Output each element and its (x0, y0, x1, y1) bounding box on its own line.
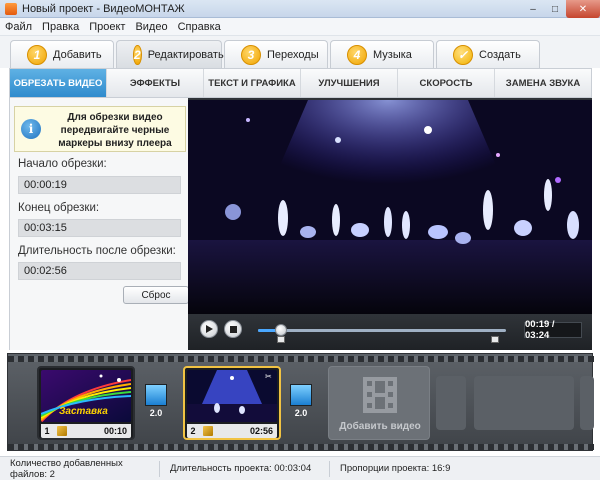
trim-start-label: Начало обрезки: (18, 158, 107, 170)
film-strip-top (8, 356, 594, 362)
menu-video[interactable]: Видео (135, 21, 167, 33)
menu-project[interactable]: Проект (89, 21, 125, 33)
window-titlebar: Новый проект - ВидеоМОНТАЖ – □ ✕ (0, 0, 600, 18)
edit-pen-icon[interactable] (57, 426, 67, 436)
trim-info-text: Для обрезки видео передвигайте черные ма… (58, 112, 172, 149)
clip-thumbnail: Заставка (41, 370, 131, 422)
play-icon (206, 325, 213, 333)
tab-label: Переходы (267, 48, 319, 61)
transition-duration: 2.0 (294, 408, 308, 418)
transition-1[interactable]: 2.0 (145, 384, 167, 422)
clip-thumbnail: ✂ (187, 370, 277, 422)
film-strip-bottom (8, 444, 594, 450)
film-icon (363, 377, 397, 413)
scissors-icon: ✂ (265, 372, 272, 381)
reset-button[interactable]: Сброс (123, 286, 189, 304)
step-badge-icon: 3 (241, 44, 261, 65)
menu-edit[interactable]: Правка (42, 21, 79, 33)
subtab-trim[interactable]: ОБРЕЗАТЬ ВИДЕО (10, 69, 107, 97)
trim-start-marker[interactable] (277, 336, 286, 343)
clip-info: 2 02:56 (187, 424, 277, 438)
stop-button[interactable] (224, 320, 242, 338)
clip-duration: 02:56 (249, 426, 273, 436)
trim-start-field[interactable]: 00:00:19 (18, 176, 181, 194)
clip-duration: 00:10 (103, 426, 127, 436)
close-button[interactable]: ✕ (566, 0, 600, 18)
trim-panel: i Для обрезки видео передвигайте черные … (9, 98, 189, 350)
clip-1[interactable]: Заставка 1 00:10 (37, 366, 135, 440)
player-controls: 00:19 / 03:24 (188, 316, 592, 350)
subtab-effects[interactable]: ЭФФЕКТЫ (107, 69, 204, 97)
transition-duration: 2.0 (149, 408, 163, 418)
add-video-label: Добавить видео (339, 421, 421, 432)
storyboard: Заставка 1 00:10 2.0 ✂ 2 02:56 2.0 Добав… (7, 353, 594, 451)
tab-label: Создать (479, 48, 521, 61)
info-icon: i (21, 119, 41, 139)
trim-info-box: i Для обрезки видео передвигайте черные … (14, 106, 186, 152)
main-tabs: 1 Добавить 2 Редактировать 3 Переходы 4 … (0, 36, 600, 68)
status-project-duration: Длительность проекта: 00:03:04 (160, 460, 330, 477)
time-display: 00:19 / 03:24 (524, 319, 582, 341)
menu-bar: Файл Правка Проект Видео Справка (0, 18, 600, 36)
empty-transition-slot (580, 376, 594, 430)
trim-end-marker[interactable] (491, 336, 500, 343)
menu-help[interactable]: Справка (178, 21, 221, 33)
step-badge-icon: 2 (133, 44, 142, 65)
window-title: Новый проект - ВидеоМОНТАЖ (22, 3, 185, 15)
transition-2[interactable]: 2.0 (290, 384, 312, 422)
subtab-audio-replace[interactable]: ЗАМЕНА ЗВУКА (495, 69, 591, 97)
empty-transition-slot (436, 376, 466, 430)
clip-info: 1 00:10 (41, 424, 131, 438)
menu-file[interactable]: Файл (5, 21, 32, 33)
tab-label: Добавить (53, 48, 102, 61)
clip-number: 1 (44, 426, 50, 436)
edit-pen-icon[interactable] (203, 426, 213, 436)
status-bar: Количество добавленных файлов: 2 Длитель… (0, 456, 600, 480)
seek-handle[interactable] (275, 324, 288, 336)
subtab-enhancements[interactable]: УЛУЧШЕНИЯ (301, 69, 398, 97)
stage-thumbnail-image (187, 370, 277, 422)
tab-add[interactable]: 1 Добавить (10, 40, 114, 68)
tab-music[interactable]: 4 Музыка (330, 40, 434, 68)
trim-duration-field: 00:02:56 (18, 262, 181, 280)
seek-bar[interactable] (258, 324, 506, 336)
window-controls: – □ ✕ (522, 0, 600, 18)
stage-scene-image (188, 100, 592, 314)
trim-end-label: Конец обрезки: (18, 202, 100, 214)
trim-end-field[interactable]: 00:03:15 (18, 219, 181, 237)
minimize-button[interactable]: – (522, 0, 544, 18)
step-badge-icon: 1 (27, 44, 47, 65)
tab-label: Редактировать (147, 48, 224, 61)
video-preview[interactable] (188, 100, 592, 314)
intro-title: Заставка (59, 406, 108, 417)
app-icon (5, 3, 17, 15)
subtab-speed[interactable]: СКОРОСТЬ (398, 69, 495, 97)
video-player: 00:19 / 03:24 (188, 98, 592, 350)
status-file-count: Количество добавленных файлов: 2 (0, 458, 160, 480)
tab-create[interactable]: ✓ Создать (436, 40, 540, 68)
clip-2[interactable]: ✂ 2 02:56 (183, 366, 281, 440)
add-video-button[interactable]: Добавить видео (328, 366, 430, 440)
tab-transitions[interactable]: 3 Переходы (224, 40, 328, 68)
trim-duration-label: Длительность после обрезки: (18, 245, 176, 257)
tab-label: Музыка (373, 48, 412, 61)
edit-subtabs: ОБРЕЗАТЬ ВИДЕО ЭФФЕКТЫ ТЕКСТ И ГРАФИКА У… (9, 68, 592, 98)
subtab-text-graphics[interactable]: ТЕКСТ И ГРАФИКА (204, 69, 301, 97)
maximize-button[interactable]: □ (544, 0, 566, 18)
clip-number: 2 (190, 426, 196, 436)
tab-edit[interactable]: 2 Редактировать (116, 40, 224, 68)
transition-thumbnail (145, 384, 167, 406)
check-icon: ✓ (453, 44, 473, 65)
transition-thumbnail (290, 384, 312, 406)
stop-icon (229, 325, 237, 333)
empty-clip-slot (474, 376, 574, 430)
status-aspect-ratio: Пропорции проекта: 16:9 (340, 463, 451, 474)
play-button[interactable] (200, 320, 218, 338)
step-badge-icon: 4 (347, 44, 367, 65)
